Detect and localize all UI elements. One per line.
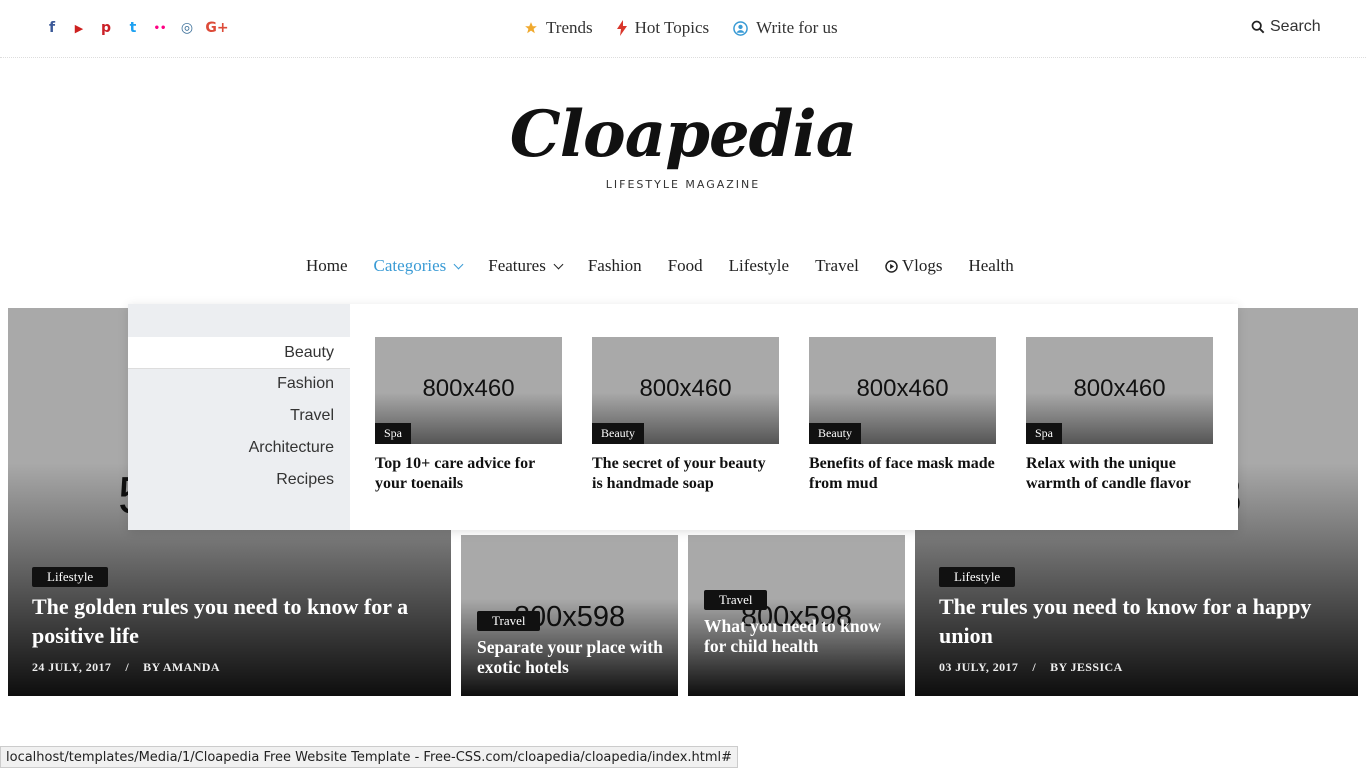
mega-category-fashion[interactable]: Fashion bbox=[128, 368, 350, 400]
nav-fashion-label: Fashion bbox=[587, 256, 642, 275]
mega-post-title[interactable]: Top 10+ care advice for your toenails bbox=[375, 454, 562, 494]
write-for-us-label: Write for us bbox=[756, 18, 838, 37]
post-date: 24 JULY, 2017 bbox=[32, 660, 112, 674]
nav-categories-label: Categories bbox=[373, 256, 447, 275]
google-plus-icon[interactable]: G+ bbox=[205, 18, 228, 38]
hero-card-meta: 03 JULY, 2017 / BY JESSICA bbox=[939, 660, 1123, 675]
mega-category-recipes[interactable]: Recipes bbox=[128, 464, 350, 496]
mega-category-architecture[interactable]: Architecture bbox=[128, 432, 350, 464]
meta-separator: / bbox=[1032, 660, 1037, 674]
category-badge[interactable]: Lifestyle bbox=[939, 567, 1016, 587]
logo-tagline: LIFESTYLE MAGAZINE bbox=[605, 178, 761, 192]
hero-card-title[interactable]: The rules you need to know for a happy u… bbox=[939, 592, 1339, 650]
mega-post[interactable]: 800x460 Beauty The secret of your beauty… bbox=[592, 337, 779, 494]
mega-post[interactable]: 800x460 Beauty Benefits of face mask mad… bbox=[809, 337, 996, 494]
mega-post-thumbnail[interactable]: 800x460 Spa bbox=[1026, 337, 1213, 444]
category-badge[interactable]: Spa bbox=[1026, 423, 1062, 444]
nav-lifestyle-label: Lifestyle bbox=[728, 256, 790, 275]
pinterest-icon[interactable]: p bbox=[98, 18, 114, 38]
category-badge[interactable]: Beauty bbox=[592, 423, 644, 444]
hero-card-mid-1[interactable]: 800x598 Travel Separate your place with … bbox=[461, 535, 678, 696]
categories-mega-menu: Beauty Fashion Travel Architecture Recip… bbox=[128, 304, 1238, 530]
hot-topics-label: Hot Topics bbox=[634, 18, 710, 37]
mega-post-title[interactable]: Benefits of face mask made from mud bbox=[809, 454, 996, 494]
mega-post[interactable]: 800x460 Spa Relax with the unique warmth… bbox=[1026, 337, 1213, 494]
nav-health-label: Health bbox=[968, 256, 1014, 275]
nav-health[interactable]: Health bbox=[968, 256, 1013, 276]
hero-card-title[interactable]: The golden rules you need to know for a … bbox=[32, 592, 422, 650]
nav-features-label: Features bbox=[488, 256, 546, 275]
chevron-down-icon bbox=[553, 259, 564, 269]
top-links: Trends Hot Topics Write for us bbox=[524, 18, 838, 38]
site-logo[interactable]: Cloapedia LIFESTYLE MAGAZINE bbox=[0, 97, 1366, 192]
mega-post-thumbnail[interactable]: 800x460 Beauty bbox=[592, 337, 779, 444]
bolt-icon bbox=[616, 20, 627, 36]
hero-card-title[interactable]: What you need to know for child health bbox=[704, 616, 884, 656]
user-circle-icon bbox=[733, 20, 748, 36]
mega-category-beauty[interactable]: Beauty bbox=[128, 337, 350, 369]
search-label: Search bbox=[1270, 18, 1321, 35]
hero-card-mid-2[interactable]: 800x598 Travel What you need to know for… bbox=[688, 535, 905, 696]
top-bar: f ▶ p t •• ◎ G+ Trends Hot Topics Write … bbox=[0, 0, 1366, 58]
facebook-icon[interactable]: f bbox=[44, 18, 60, 38]
image-placeholder: 800x460 bbox=[639, 375, 732, 402]
nav-vlogs-label: Vlogs bbox=[901, 256, 943, 275]
star-icon bbox=[525, 22, 537, 34]
play-circle-icon bbox=[885, 259, 898, 273]
search-icon bbox=[1251, 20, 1265, 34]
nav-home-label: Home bbox=[306, 256, 348, 275]
trends-link[interactable]: Trends bbox=[524, 18, 593, 38]
nav-fashion[interactable]: Fashion bbox=[588, 256, 642, 276]
image-placeholder: 800x460 bbox=[856, 375, 949, 402]
mega-post-title[interactable]: Relax with the unique warmth of candle f… bbox=[1026, 454, 1213, 494]
mega-post[interactable]: 800x460 Spa Top 10+ care advice for your… bbox=[375, 337, 562, 494]
mega-post-thumbnail[interactable]: 800x460 Spa bbox=[375, 337, 562, 444]
nav-food[interactable]: Food bbox=[668, 256, 703, 276]
trends-label: Trends bbox=[546, 18, 593, 37]
category-badge[interactable]: Travel bbox=[704, 590, 768, 610]
nav-home[interactable]: Home bbox=[306, 256, 348, 276]
category-badge[interactable]: Travel bbox=[477, 611, 541, 631]
browser-status-url: localhost/templates/Media/1/Cloapedia Fr… bbox=[0, 746, 739, 768]
twitter-icon[interactable]: t bbox=[125, 18, 141, 38]
youtube-icon[interactable]: ▶ bbox=[71, 18, 87, 38]
nav-features[interactable]: Features bbox=[488, 256, 564, 276]
nav-food-label: Food bbox=[667, 256, 703, 275]
instagram-icon[interactable]: ◎ bbox=[179, 18, 195, 38]
post-author[interactable]: BY JESSICA bbox=[1050, 660, 1123, 675]
category-badge[interactable]: Spa bbox=[375, 423, 411, 444]
post-author[interactable]: BY AMANDA bbox=[143, 660, 220, 675]
image-placeholder: 800x460 bbox=[1073, 375, 1166, 402]
mega-post-title[interactable]: The secret of your beauty is handmade so… bbox=[592, 454, 779, 494]
image-placeholder: 800x460 bbox=[422, 375, 515, 402]
category-badge[interactable]: Beauty bbox=[809, 423, 861, 444]
hero-card-title[interactable]: Separate your place with exotic hotels bbox=[477, 637, 672, 677]
hot-topics-link[interactable]: Hot Topics bbox=[616, 18, 710, 38]
nav-lifestyle[interactable]: Lifestyle bbox=[729, 256, 789, 276]
mega-menu-category-list: Beauty Fashion Travel Architecture Recip… bbox=[128, 304, 350, 530]
nav-vlogs[interactable]: Vlogs bbox=[885, 256, 943, 276]
chevron-down-icon bbox=[453, 259, 464, 269]
nav-travel-label: Travel bbox=[815, 256, 859, 275]
mega-category-travel[interactable]: Travel bbox=[128, 400, 350, 432]
meta-separator: / bbox=[125, 660, 130, 674]
main-nav: Home Categories Features Fashion Food Li… bbox=[306, 256, 1014, 276]
flickr-icon[interactable]: •• bbox=[152, 18, 168, 38]
mega-post-thumbnail[interactable]: 800x460 Beauty bbox=[809, 337, 996, 444]
search-button[interactable]: Search bbox=[1251, 18, 1321, 36]
nav-travel[interactable]: Travel bbox=[815, 256, 859, 276]
social-links: f ▶ p t •• ◎ G+ bbox=[44, 18, 229, 38]
nav-categories[interactable]: Categories bbox=[373, 256, 464, 276]
post-date: 03 JULY, 2017 bbox=[939, 660, 1019, 674]
write-for-us-link[interactable]: Write for us bbox=[733, 18, 838, 38]
category-badge[interactable]: Lifestyle bbox=[32, 567, 109, 587]
logo-name: Cloapedia bbox=[509, 97, 857, 172]
hero-card-meta: 24 JULY, 2017 / BY AMANDA bbox=[32, 660, 220, 675]
